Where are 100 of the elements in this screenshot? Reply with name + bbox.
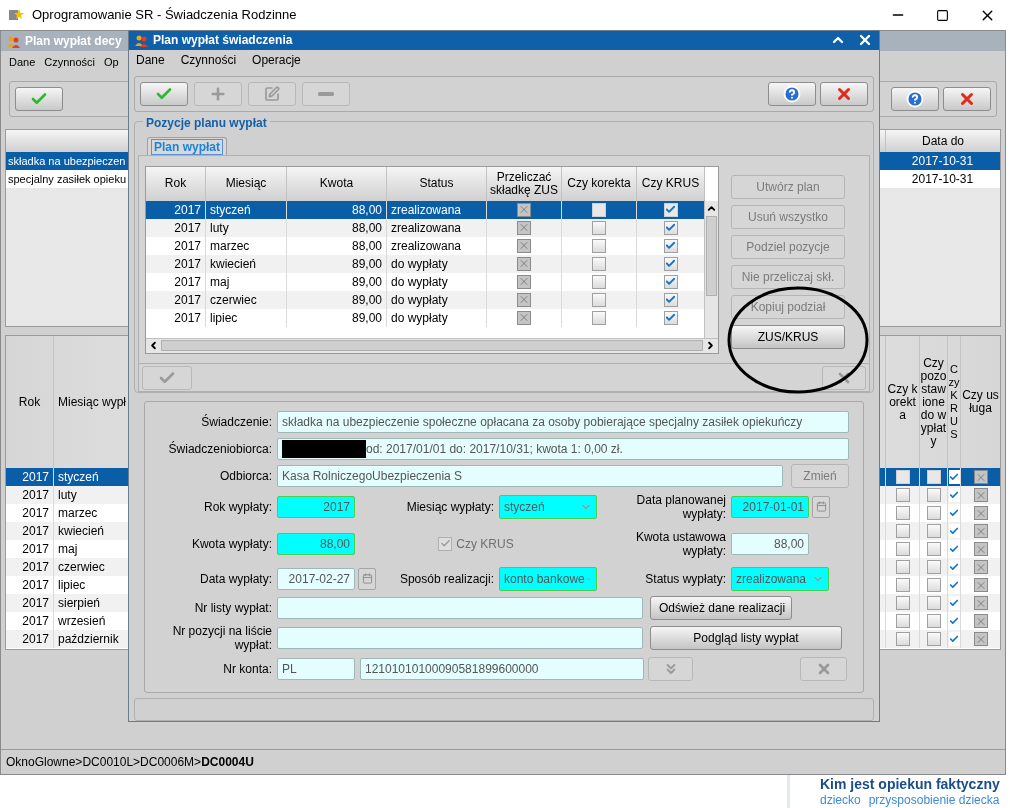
dropdown[interactable]: konto bankowe (499, 566, 597, 591)
tag-link[interactable]: dziecko (820, 793, 861, 807)
checkbox[interactable] (926, 506, 941, 520)
menu-item[interactable]: Czynności (180, 51, 237, 70)
text-field[interactable]: 2017-02-27 (277, 567, 355, 590)
locked-checkbox[interactable] (517, 238, 531, 253)
checkbox[interactable] (926, 596, 941, 610)
column-header[interactable]: Miesiąc (206, 166, 287, 201)
text-field[interactable]: PL (277, 657, 355, 680)
checkbox[interactable] (926, 578, 941, 592)
calendar-button[interactable] (812, 495, 830, 518)
text-field[interactable]: 12101010100090581899600000 (360, 657, 644, 680)
scroll-left-icon[interactable] (148, 340, 159, 352)
checkbox[interactable] (663, 310, 678, 325)
column-header[interactable]: Kwota (287, 166, 387, 201)
checkbox[interactable] (926, 632, 941, 646)
text-field[interactable]: 2017 (277, 495, 355, 518)
menu-item[interactable]: Dane (9, 53, 36, 71)
column-header[interactable]: Status (387, 166, 487, 201)
checkbox[interactable] (663, 202, 678, 217)
text-field[interactable] (277, 596, 643, 619)
checkbox[interactable] (948, 470, 960, 484)
maximize-icon[interactable] (936, 8, 949, 22)
checkbox[interactable] (948, 632, 960, 646)
text-field[interactable]: od: 2017/01/01 do: 2017/10/31; kwota 1: 0,00 zł. (277, 437, 849, 460)
locked-checkbox[interactable] (973, 596, 988, 610)
action-button[interactable]: Odśwież dane realizacji (650, 595, 792, 620)
text-field[interactable]: 2017-01-01 (731, 495, 809, 518)
checkbox[interactable] (926, 470, 941, 484)
text-field[interactable]: Kasa RolniczegoUbezpieczenia S (277, 464, 783, 487)
checkbox[interactable] (592, 220, 606, 235)
checkbox[interactable] (926, 524, 941, 538)
checkbox[interactable] (948, 560, 960, 574)
column-header[interactable]: Czy korekta (562, 166, 637, 201)
locked-checkbox[interactable] (973, 578, 988, 592)
article-heading[interactable]: Kim jest opiekun faktyczny (820, 776, 1000, 793)
locked-checkbox[interactable] (517, 202, 531, 217)
menu-item[interactable]: Czynności (44, 53, 96, 71)
vertical-scrollbar[interactable] (704, 200, 718, 338)
locked-checkbox[interactable] (517, 274, 531, 289)
locked-checkbox[interactable] (517, 310, 531, 325)
locked-checkbox[interactable] (973, 488, 988, 502)
column-header[interactable]: Czy KRUS (947, 336, 960, 468)
checkbox[interactable] (895, 542, 910, 556)
checkbox[interactable] (663, 238, 678, 253)
checkbox[interactable] (592, 256, 606, 271)
checkbox[interactable] (895, 578, 910, 592)
checkbox[interactable] (895, 488, 910, 502)
checkbox[interactable] (895, 614, 910, 628)
locked-checkbox[interactable] (973, 560, 988, 574)
checkbox[interactable] (663, 256, 678, 271)
checkbox[interactable] (592, 202, 606, 217)
locked-checkbox[interactable] (973, 632, 988, 646)
checkbox[interactable] (592, 238, 606, 253)
checkbox[interactable] (895, 506, 910, 520)
locked-checkbox[interactable] (973, 542, 988, 556)
menu-item[interactable]: Dane (136, 51, 165, 70)
checkbox[interactable] (948, 524, 960, 538)
dropdown[interactable]: zrealizowana (731, 566, 829, 591)
checkbox[interactable] (663, 274, 678, 289)
locked-checkbox[interactable] (973, 470, 988, 484)
checkbox[interactable] (926, 488, 941, 502)
calendar-button[interactable] (358, 567, 376, 590)
checkbox[interactable] (895, 560, 910, 574)
checkbox[interactable] (592, 292, 606, 307)
action-button[interactable]: ZUS/KRUS (731, 324, 845, 349)
column-header[interactable]: Rok (146, 166, 206, 201)
column-header[interactable]: Czy KRUS (637, 166, 705, 201)
checkbox[interactable] (926, 542, 941, 556)
checkbox[interactable] (592, 274, 606, 289)
checkbox[interactable] (926, 614, 941, 628)
locked-checkbox[interactable] (517, 220, 531, 235)
checkbox[interactable] (926, 560, 941, 574)
locked-checkbox[interactable] (517, 292, 531, 307)
text-field[interactable]: 88,00 (731, 532, 809, 555)
text-field[interactable]: składka na ubezpieczenie społeczne opłacana za osoby pobierające specjalny zasiłek opiekuńczy (277, 410, 849, 433)
action-button[interactable]: Podgląd listy wypłat (650, 625, 842, 650)
checkbox[interactable] (663, 220, 678, 235)
horizontal-scrollbar[interactable] (146, 337, 718, 353)
checkbox[interactable] (895, 632, 910, 646)
checkbox[interactable] (895, 524, 910, 538)
menu-item[interactable]: Op (104, 53, 119, 71)
text-field[interactable]: 88,00 (277, 532, 355, 555)
checkbox[interactable] (948, 488, 960, 502)
dropdown[interactable]: styczeń (499, 494, 597, 519)
locked-checkbox[interactable] (973, 524, 988, 538)
locked-checkbox[interactable] (973, 506, 988, 520)
checkbox[interactable] (895, 470, 910, 484)
locked-checkbox[interactable] (973, 614, 988, 628)
locked-checkbox[interactable] (517, 256, 531, 271)
column-header[interactable]: Przeliczać składkę ZUS (487, 166, 562, 201)
menu-item[interactable]: Operacje (252, 51, 301, 70)
tag-link[interactable]: przysposobienie dziecka (868, 793, 1000, 807)
column-header[interactable]: Miesiąc wypł (54, 336, 128, 468)
scroll-right-icon[interactable] (705, 340, 716, 352)
checkbox[interactable] (948, 596, 960, 610)
checkbox[interactable] (663, 292, 678, 307)
checkbox[interactable] (895, 596, 910, 610)
text-field[interactable] (277, 626, 643, 649)
checkbox[interactable] (592, 310, 606, 325)
